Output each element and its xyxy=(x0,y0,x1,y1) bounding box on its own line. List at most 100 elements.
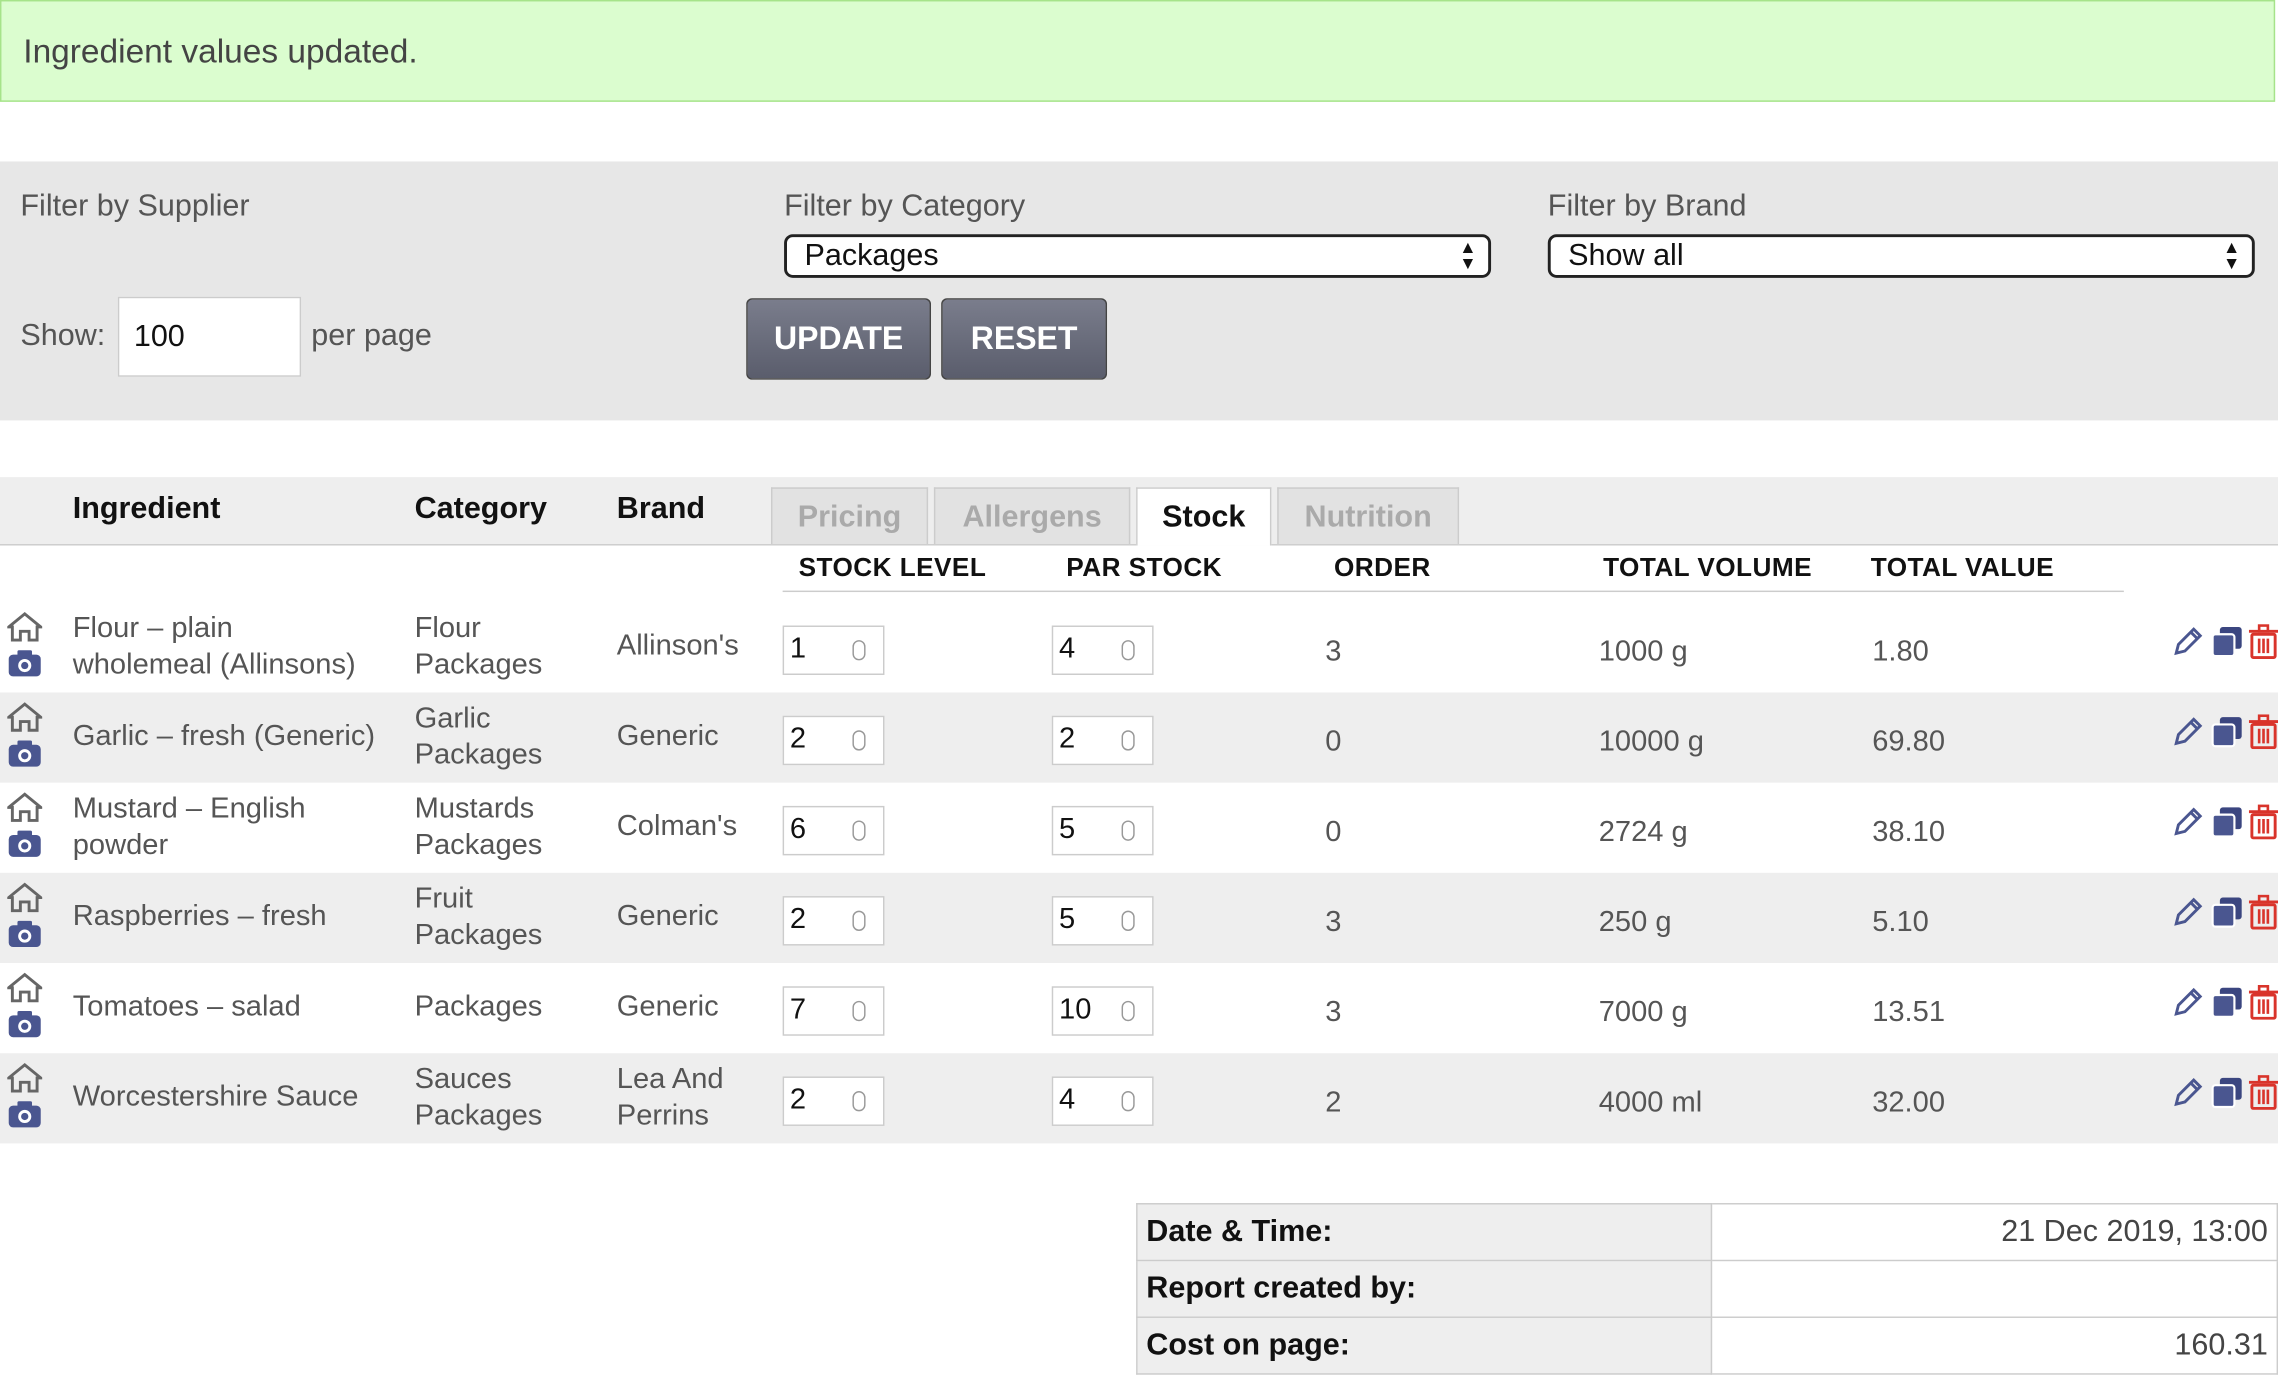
per-page-input[interactable]: 100 xyxy=(117,296,302,377)
date-time-label: Date & Time: xyxy=(1136,1203,1713,1262)
ingredient-name[interactable]: Mustard – English powder xyxy=(73,791,306,864)
table-row: Mustard – English powder Mustards Packages… xyxy=(0,783,2278,873)
pencil-icon[interactable] xyxy=(2170,1075,2205,1117)
category-cell: Sauces Packages xyxy=(414,1063,543,1132)
update-button[interactable]: UPDATE xyxy=(746,298,932,380)
camera-icon[interactable] xyxy=(7,1098,42,1137)
table-header: Ingredient Category Brand Pricing Allerg… xyxy=(0,477,2278,546)
pencil-icon[interactable] xyxy=(2170,804,2205,846)
camera-icon[interactable] xyxy=(7,918,42,957)
camera-icon[interactable] xyxy=(7,828,42,867)
stock-level-input[interactable]: 6 xyxy=(782,805,885,856)
stock-level-header: STOCK LEVEL xyxy=(798,552,987,582)
ingredient-name[interactable]: Worcestershire Sauce xyxy=(73,1079,359,1115)
trash-icon[interactable] xyxy=(2248,624,2278,666)
category-cell: Mustards Packages xyxy=(414,792,543,862)
ingredient-name[interactable]: Garlic – fresh (Generic) xyxy=(73,719,375,755)
spinner-icon[interactable] xyxy=(1121,1000,1135,1022)
trash-icon[interactable] xyxy=(2248,804,2278,846)
home-icon[interactable] xyxy=(4,791,45,830)
camera-icon[interactable] xyxy=(7,738,42,777)
home-icon[interactable] xyxy=(4,611,45,650)
spinner-icon[interactable] xyxy=(852,1091,866,1112)
tab-nutrition[interactable]: Nutrition xyxy=(1277,487,1460,545)
total-value-cell: 38.10 xyxy=(1872,816,1946,849)
order-cell: 3 xyxy=(1325,906,1342,939)
home-icon[interactable] xyxy=(4,1062,45,1101)
report-created-by-label: Report created by: xyxy=(1136,1259,1713,1318)
trash-icon[interactable] xyxy=(2248,894,2278,937)
tab-pricing[interactable]: Pricing xyxy=(770,487,929,545)
category-select[interactable]: Packages ▲ ▼ xyxy=(784,234,1492,278)
copy-icon[interactable] xyxy=(2210,804,2245,846)
ingredient-name[interactable]: Tomatoes – salad xyxy=(73,989,301,1025)
par-stock-input[interactable]: 4 xyxy=(1051,1076,1154,1126)
par-stock-input[interactable]: 5 xyxy=(1051,896,1154,946)
stock-level-input[interactable]: 1 xyxy=(782,625,885,675)
camera-icon[interactable] xyxy=(7,1008,42,1047)
total-volume-cell: 7000 g xyxy=(1598,996,1688,1029)
table-row: Worcestershire Sauce Sauces Packages Lea … xyxy=(0,1053,2278,1144)
stock-level-input[interactable]: 7 xyxy=(782,986,885,1036)
copy-icon[interactable] xyxy=(2210,714,2245,756)
order-header: ORDER xyxy=(1333,552,1431,582)
par-stock-input[interactable]: 4 xyxy=(1051,625,1154,675)
stock-level-input[interactable]: 2 xyxy=(782,1076,885,1126)
trash-icon[interactable] xyxy=(2248,714,2278,756)
tab-stock[interactable]: Stock xyxy=(1136,487,1272,546)
table-row: Garlic – fresh (Generic) Garlic Packages … xyxy=(0,692,2278,783)
cost-on-page-label: Cost on page: xyxy=(1136,1316,1713,1375)
pencil-icon[interactable] xyxy=(2170,895,2205,937)
camera-icon[interactable] xyxy=(7,647,42,686)
spinner-icon[interactable] xyxy=(1121,730,1135,751)
stock-level-input[interactable]: 2 xyxy=(782,715,885,766)
copy-icon[interactable] xyxy=(2210,624,2245,666)
ingredient-name[interactable]: Raspberries – fresh xyxy=(73,899,327,935)
par-stock-input[interactable]: 5 xyxy=(1051,805,1154,856)
total-value-cell: 32.00 xyxy=(1872,1086,1946,1119)
brand-header[interactable]: Brand xyxy=(617,492,705,527)
home-icon[interactable] xyxy=(4,701,45,740)
spinner-icon[interactable] xyxy=(852,910,866,932)
spinner-icon[interactable] xyxy=(1121,910,1135,932)
show-label: Show: xyxy=(20,318,106,353)
spinner-icon[interactable] xyxy=(1121,820,1135,841)
order-cell: 3 xyxy=(1325,635,1342,668)
ingredient-header[interactable]: Ingredient xyxy=(73,492,221,527)
par-stock-input[interactable]: 10 xyxy=(1051,986,1154,1036)
home-icon[interactable] xyxy=(4,882,45,921)
spinner-icon[interactable] xyxy=(852,1000,866,1022)
ingredient-name[interactable]: Flour – plain wholemeal (Allinsons) xyxy=(73,611,356,684)
pencil-icon[interactable] xyxy=(2170,624,2205,666)
spinner-icon[interactable] xyxy=(852,730,866,751)
category-cell: Garlic Packages xyxy=(414,702,543,771)
pencil-icon[interactable] xyxy=(2170,985,2205,1027)
pencil-icon[interactable] xyxy=(2170,714,2205,756)
per-page-label: per page xyxy=(311,318,432,353)
supplier-filter-label: Filter by Supplier xyxy=(20,189,250,223)
category-select-value: Packages xyxy=(804,238,939,273)
category-header[interactable]: Category xyxy=(415,492,547,527)
par-stock-input[interactable]: 2 xyxy=(1051,715,1154,766)
stock-level-input[interactable]: 2 xyxy=(782,896,885,946)
home-icon[interactable] xyxy=(4,972,45,1011)
order-cell: 2 xyxy=(1325,1086,1342,1119)
spinner-icon[interactable] xyxy=(1121,640,1135,661)
total-volume-cell: 1000 g xyxy=(1598,635,1688,668)
total-value-header: TOTAL VALUE xyxy=(1870,552,2055,582)
total-value-cell: 1.80 xyxy=(1872,635,1929,668)
reset-button[interactable]: RESET xyxy=(941,298,1108,380)
spinner-icon[interactable] xyxy=(1121,1091,1135,1112)
brand-cell: Generic xyxy=(616,900,719,933)
spinner-icon[interactable] xyxy=(852,820,866,841)
trash-icon[interactable] xyxy=(2248,984,2278,1027)
notice-message: Ingredient values updated. xyxy=(23,32,418,70)
trash-icon[interactable] xyxy=(2248,1075,2278,1117)
spinner-icon[interactable] xyxy=(852,640,866,661)
success-notice: Ingredient values updated. xyxy=(0,0,2276,102)
copy-icon[interactable] xyxy=(2210,1075,2245,1117)
tab-allergens[interactable]: Allergens xyxy=(933,487,1131,545)
copy-icon[interactable] xyxy=(2210,895,2245,937)
brand-select[interactable]: Show all ▲ ▼ xyxy=(1547,234,2255,278)
copy-icon[interactable] xyxy=(2210,985,2245,1027)
